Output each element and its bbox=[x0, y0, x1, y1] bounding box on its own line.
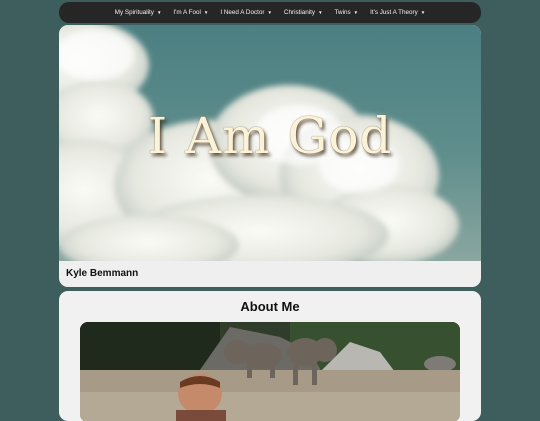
nav-item-label: I'm A Fool bbox=[173, 9, 201, 16]
hero-banner-image: I Am God bbox=[59, 25, 481, 261]
caret-down-icon: ▼ bbox=[420, 10, 426, 15]
nav-item-i-need-a-doctor[interactable]: I Need A Doctor ▼ bbox=[214, 9, 278, 16]
hero-title: I Am God bbox=[147, 107, 393, 165]
nav-item-my-spirituality[interactable]: My Spirituality ▼ bbox=[109, 9, 168, 16]
nav-item-im-a-fool[interactable]: I'm A Fool ▼ bbox=[167, 9, 214, 16]
nav-item-label: My Spirituality bbox=[114, 9, 154, 16]
nav-item-label: I Need A Doctor bbox=[220, 9, 265, 16]
about-photo bbox=[80, 322, 460, 421]
about-title: About Me bbox=[240, 299, 300, 314]
nav-item-label: Twins bbox=[334, 9, 351, 16]
caret-down-icon: ▼ bbox=[318, 10, 323, 15]
author-name: Kyle Bemmann bbox=[66, 268, 139, 279]
top-nav: My Spirituality ▼ I'm A Fool ▼ I Need A … bbox=[59, 2, 481, 23]
caret-down-icon: ▼ bbox=[203, 10, 209, 15]
zoo-photo-graphic bbox=[80, 322, 460, 421]
nav-item-label: Christianity bbox=[283, 9, 316, 16]
caret-down-icon: ▼ bbox=[267, 10, 272, 15]
about-card: About Me bbox=[59, 291, 481, 421]
nav-item-christianity[interactable]: Christianity ▼ bbox=[278, 9, 329, 16]
caret-down-icon: ▼ bbox=[353, 10, 359, 15]
nav-item-its-just-a-theory[interactable]: It's Just A Theory ▼ bbox=[364, 9, 431, 16]
nav-item-twins[interactable]: Twins ▼ bbox=[329, 9, 365, 16]
nav-item-label: It's Just A Theory bbox=[370, 9, 418, 16]
hero-card: I Am God Kyle Bemmann bbox=[59, 25, 481, 287]
caret-down-icon: ▼ bbox=[156, 10, 162, 15]
